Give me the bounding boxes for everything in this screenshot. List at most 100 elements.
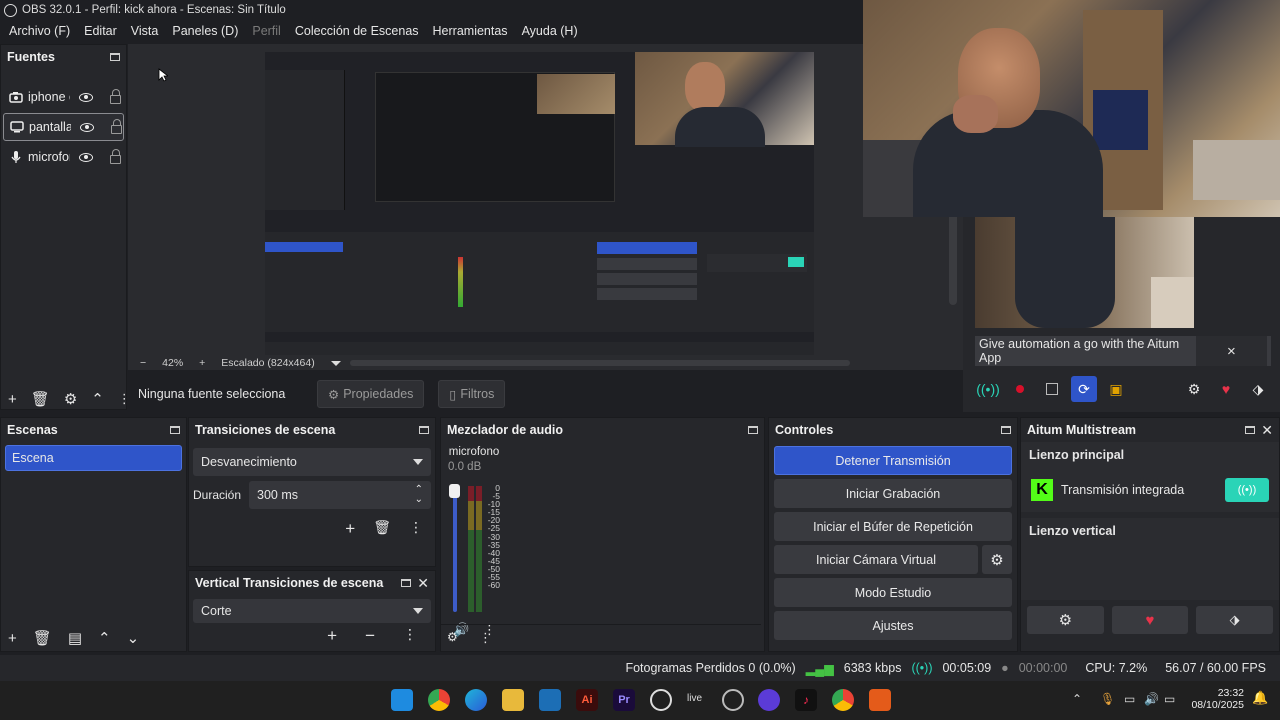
volume-slider[interactable] bbox=[453, 490, 457, 612]
chevron-down-icon[interactable]: ⌄ bbox=[127, 629, 140, 647]
heart-icon[interactable]: ♥ bbox=[1111, 606, 1189, 634]
menu-herramientas[interactable]: Herramientas bbox=[426, 20, 515, 42]
broadcast-toggle-button[interactable]: ((•)) bbox=[1225, 478, 1269, 502]
eye-icon[interactable] bbox=[80, 122, 94, 132]
network-icon[interactable]: ▭ bbox=[1124, 692, 1135, 706]
undock-icon[interactable] bbox=[401, 579, 412, 587]
tiktok-icon[interactable]: ♪ bbox=[795, 689, 817, 711]
notification-bell-icon[interactable]: 🔔 bbox=[1252, 690, 1268, 706]
broadcast-icon[interactable]: ((•)) bbox=[975, 376, 1001, 402]
source-item-iphone[interactable]: iphone c bbox=[3, 83, 124, 111]
meter-scale: 0 -5 -10 -15 -20 -25 -30 -35 -40 -45 -50 -55 -60 bbox=[487, 483, 500, 591]
duration-spinbox[interactable]: 300 ms ⌃ ⌄ bbox=[249, 481, 431, 509]
chevron-up-icon[interactable]: ⌃ bbox=[98, 629, 111, 647]
aitum-logo-icon[interactable]: ⬗ bbox=[1196, 606, 1274, 634]
monitor-icon bbox=[10, 121, 24, 133]
edge-icon[interactable] bbox=[465, 689, 487, 711]
preview-canvas[interactable] bbox=[265, 52, 814, 355]
undock-icon[interactable] bbox=[419, 426, 429, 434]
trash-icon[interactable]: 🗑 bbox=[33, 629, 52, 647]
trash-icon[interactable]: 🗑 bbox=[373, 519, 391, 539]
screen-share-icon[interactable]: ▣ bbox=[1103, 376, 1129, 402]
vertical-transition-select[interactable]: Corte bbox=[193, 599, 431, 623]
close-icon[interactable]: ✕ bbox=[417, 576, 429, 590]
add-transition-button[interactable]: + bbox=[345, 519, 355, 539]
square-icon[interactable] bbox=[1039, 376, 1065, 402]
undock-icon[interactable] bbox=[748, 426, 758, 434]
record-icon[interactable] bbox=[1007, 376, 1033, 402]
undock-icon[interactable] bbox=[1001, 426, 1011, 434]
gear-icon[interactable]: ⚙ bbox=[982, 545, 1012, 574]
start-replay-buffer-button[interactable]: Iniciar el Búfer de Repetición bbox=[774, 512, 1012, 541]
scenes-dock-header: Escenas bbox=[1, 418, 186, 442]
speaker-icon[interactable]: 🔊 bbox=[1144, 692, 1159, 706]
scene-item[interactable]: Escena bbox=[5, 445, 182, 471]
menu-paneles[interactable]: Paneles (D) bbox=[165, 20, 245, 42]
menu-coleccion-escenas[interactable]: Colección de Escenas bbox=[288, 20, 426, 42]
spin-arrows-icon[interactable]: ⌃ ⌄ bbox=[415, 485, 423, 505]
zoom-out-button[interactable]: − bbox=[140, 357, 146, 369]
app-icon[interactable] bbox=[869, 689, 891, 711]
volume-slider-handle[interactable] bbox=[449, 484, 460, 498]
undock-icon[interactable] bbox=[1245, 426, 1256, 434]
aitum-logo-icon[interactable]: ⬗ bbox=[1245, 376, 1271, 402]
remove-vertical-transition-button[interactable]: − bbox=[365, 626, 375, 646]
source-item-pantalla[interactable]: pantalla bbox=[3, 113, 124, 141]
gear-icon[interactable]: ⚙ bbox=[1181, 376, 1207, 402]
trash-icon[interactable]: 🗑 bbox=[31, 390, 50, 408]
heart-icon[interactable]: ♥ bbox=[1213, 376, 1239, 402]
zoom-in-button[interactable]: + bbox=[199, 357, 205, 369]
chrome-icon[interactable] bbox=[428, 689, 450, 711]
properties-button[interactable]: ⚙ Propiedades bbox=[317, 380, 425, 408]
chevron-up-icon[interactable]: ⌃ bbox=[91, 390, 104, 408]
chrome-icon[interactable] bbox=[832, 689, 854, 711]
obs-taskbar-icon[interactable] bbox=[722, 689, 744, 711]
more-icon[interactable]: ⋮ bbox=[403, 626, 417, 646]
gear-icon[interactable]: ⚙ bbox=[64, 390, 77, 408]
filters-button[interactable]: ▯ Filtros bbox=[438, 380, 506, 408]
eye-icon[interactable] bbox=[79, 92, 93, 102]
close-icon[interactable]: ✕ bbox=[1261, 423, 1273, 437]
more-icon[interactable]: ⋮ bbox=[409, 519, 423, 539]
close-notification-button[interactable]: × bbox=[1195, 336, 1267, 366]
lock-icon[interactable] bbox=[110, 148, 121, 164]
windows-start-icon[interactable] bbox=[391, 689, 413, 711]
premiere-icon[interactable]: Pr bbox=[613, 689, 635, 711]
lock-icon[interactable] bbox=[110, 88, 121, 104]
menu-archivo[interactable]: Archivo (F) bbox=[2, 20, 77, 42]
undock-icon[interactable] bbox=[170, 426, 180, 434]
app-icon[interactable] bbox=[539, 689, 561, 711]
menu-ayuda[interactable]: Ayuda (H) bbox=[515, 20, 585, 42]
live-app-icon[interactable]: live bbox=[687, 693, 702, 704]
scenes-toolbar: + 🗑 ▤ ⌃ ⌄ bbox=[0, 625, 187, 651]
mixer-settings-icon[interactable]: ⚙ bbox=[447, 630, 458, 644]
chevron-up-icon[interactable]: ⌃ bbox=[1072, 692, 1082, 706]
illustrator-icon[interactable]: Ai bbox=[576, 689, 598, 711]
source-item-microfono[interactable]: microfor bbox=[3, 143, 124, 171]
add-scene-button[interactable]: + bbox=[8, 630, 17, 647]
app-icon[interactable] bbox=[758, 689, 780, 711]
start-recording-button[interactable]: Iniciar Grabación bbox=[774, 479, 1012, 508]
settings-button[interactable]: Ajustes bbox=[774, 611, 1012, 640]
chevron-down-icon[interactable] bbox=[330, 360, 341, 366]
filter-icon[interactable]: ▤ bbox=[68, 629, 82, 647]
gear-icon[interactable]: ⚙ bbox=[1027, 606, 1104, 634]
xbox-icon[interactable] bbox=[650, 689, 672, 711]
sync-icon[interactable]: ⟳ bbox=[1071, 376, 1097, 402]
start-virtual-camera-button[interactable]: Iniciar Cámara Virtual bbox=[774, 545, 978, 574]
lock-icon[interactable] bbox=[111, 118, 122, 134]
menu-vista[interactable]: Vista bbox=[124, 20, 166, 42]
menu-perfil[interactable]: Perfil bbox=[245, 20, 287, 42]
studio-mode-button[interactable]: Modo Estudio bbox=[774, 578, 1012, 607]
eye-icon[interactable] bbox=[79, 152, 93, 162]
clock[interactable]: 23:32 08/10/2025 bbox=[1190, 687, 1244, 711]
menu-editar[interactable]: Editar bbox=[77, 20, 124, 42]
undock-icon[interactable] bbox=[110, 53, 120, 61]
more-icon[interactable]: ⋮ bbox=[479, 630, 492, 646]
add-source-button[interactable]: + bbox=[8, 391, 17, 408]
transition-select[interactable]: Desvanecimiento bbox=[193, 448, 431, 476]
stop-streaming-button[interactable]: Detener Transmisión bbox=[774, 446, 1012, 475]
add-vertical-transition-button[interactable]: + bbox=[327, 626, 337, 646]
folder-icon[interactable] bbox=[502, 689, 524, 711]
battery-icon[interactable]: ▭ bbox=[1164, 692, 1175, 706]
